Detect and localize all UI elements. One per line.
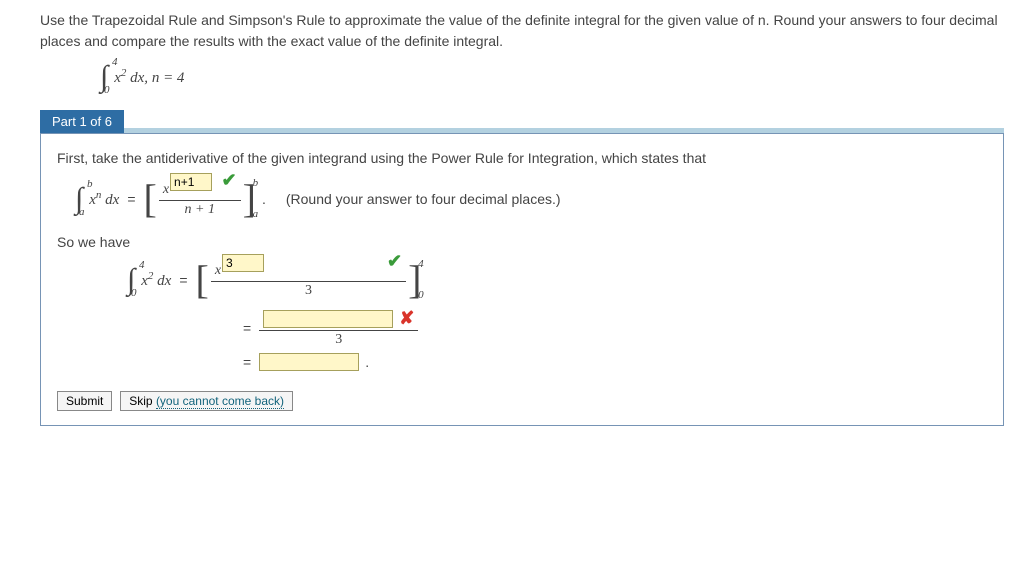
equals-sign: = bbox=[127, 191, 135, 207]
round-note: (Round your answer to four decimal place… bbox=[286, 191, 561, 207]
check-icon: ✔ bbox=[222, 170, 237, 190]
so-we-have-text: So we have bbox=[57, 234, 987, 250]
l1-fraction: x ✔ 3 bbox=[211, 260, 406, 298]
rule-fraction: x ✔ n + 1 bbox=[159, 179, 241, 217]
integral-lower: 0 bbox=[104, 84, 110, 96]
rule-integrand: xn dx bbox=[89, 189, 119, 209]
bracket-left-icon: [ bbox=[196, 256, 209, 303]
l3-result-input[interactable] bbox=[259, 353, 359, 371]
l1-lower: 0 bbox=[131, 287, 137, 299]
cross-icon: ✘ bbox=[399, 309, 414, 329]
l1-exponent-input[interactable] bbox=[222, 254, 264, 272]
bracket-left-icon: [ bbox=[144, 175, 157, 222]
part-remain bbox=[124, 128, 1004, 133]
period: . bbox=[262, 191, 266, 207]
button-row: Submit Skip (you cannot come back) bbox=[57, 391, 987, 411]
l2-fraction: ✘ 3 bbox=[259, 309, 418, 347]
period: . bbox=[365, 354, 369, 370]
skip-button[interactable]: Skip (you cannot come back) bbox=[120, 391, 293, 411]
part-progress-bar: Part 1 of 6 bbox=[40, 110, 1004, 133]
l2-den: 3 bbox=[335, 331, 342, 347]
rule-den: n + 1 bbox=[185, 201, 215, 217]
integral-sign-icon: ∫ 4 0 bbox=[100, 60, 108, 94]
equals-sign: = bbox=[243, 320, 251, 336]
rule-exponent-input[interactable] bbox=[170, 173, 212, 191]
integral-upper: 4 bbox=[112, 56, 118, 68]
part-body: First, take the antiderivative of the gi… bbox=[40, 133, 1004, 426]
submit-button[interactable]: Submit bbox=[57, 391, 112, 411]
bracket-right-icon: ] b a bbox=[243, 175, 256, 222]
l1-x: x bbox=[215, 263, 221, 278]
problem-integral: ∫ 4 0 x2 dx, n = 4 bbox=[100, 60, 1004, 94]
power-rule-expression: ∫ b a xn dx = [ x ✔ n + 1 ] b a . bbox=[75, 175, 987, 222]
br-top: b bbox=[253, 177, 259, 189]
l1-den: 3 bbox=[305, 282, 312, 298]
bracket-right-icon: ] 4 0 bbox=[408, 256, 421, 303]
equals-sign: = bbox=[179, 272, 187, 288]
l1-br-top: 4 bbox=[418, 258, 424, 270]
check-icon: ✔ bbox=[387, 251, 402, 271]
part-label: Part 1 of 6 bbox=[40, 110, 124, 133]
compute-line-3: = . bbox=[235, 353, 987, 371]
l2-numerator-input[interactable] bbox=[263, 310, 393, 328]
problem-integrand: x2 dx, n = 4 bbox=[114, 67, 184, 87]
equals-sign: = bbox=[243, 354, 251, 370]
problem-instructions: Use the Trapezoidal Rule and Simpson's R… bbox=[40, 10, 1004, 52]
br-bot: a bbox=[253, 208, 259, 220]
rule-lower: a bbox=[79, 206, 85, 218]
step-intro: First, take the antiderivative of the gi… bbox=[57, 148, 987, 169]
rule-upper: b bbox=[87, 178, 93, 190]
compute-line-1: ∫ 4 0 x2 dx = [ x ✔ 3 ] 4 0 bbox=[127, 256, 987, 303]
compute-line-2: = ✘ 3 bbox=[235, 309, 987, 347]
l1-upper: 4 bbox=[139, 259, 145, 271]
rule-x: x bbox=[163, 182, 169, 197]
l1-integrand: x2 dx bbox=[141, 270, 171, 290]
integral-sign-icon: ∫ 4 0 bbox=[127, 263, 135, 297]
integral-sign-icon: ∫ b a bbox=[75, 182, 83, 216]
l1-br-bot: 0 bbox=[418, 289, 424, 301]
skip-note: (you cannot come back) bbox=[156, 394, 284, 409]
